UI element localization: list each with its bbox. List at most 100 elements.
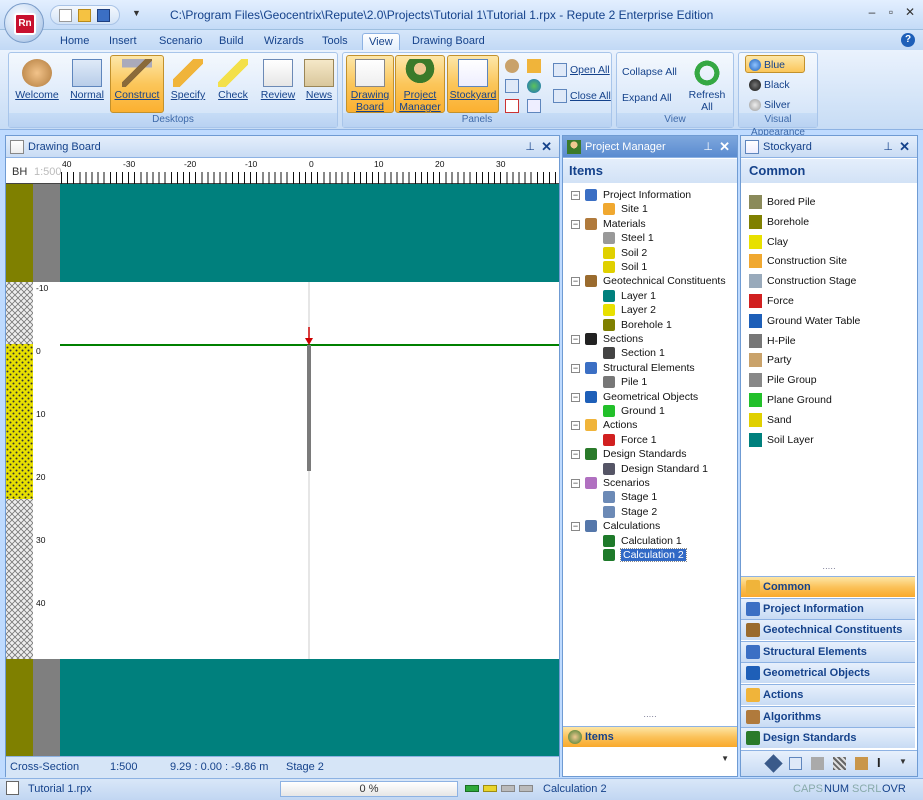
stockyard-nav-button[interactable]: Geotechnical Constituents bbox=[741, 619, 915, 641]
tab-scenario[interactable]: Scenario bbox=[153, 33, 208, 50]
tree-item[interactable]: Borehole 1 bbox=[603, 318, 672, 332]
stockyard-item[interactable]: Plane Ground bbox=[749, 392, 832, 408]
tree-item[interactable]: Sections bbox=[585, 332, 643, 346]
review-button[interactable]: Review bbox=[256, 55, 300, 113]
tree-item[interactable]: Ground 1 bbox=[603, 404, 665, 418]
stockyard-item[interactable]: Pile Group bbox=[749, 372, 817, 388]
stockyard-item[interactable]: Construction Stage bbox=[749, 273, 856, 289]
tree-item[interactable]: Scenarios bbox=[585, 476, 650, 490]
pin-icon[interactable]: ⊥ bbox=[703, 136, 713, 158]
tree-item[interactable]: Project Information bbox=[585, 188, 691, 202]
tree-item[interactable]: Design Standards bbox=[585, 447, 686, 461]
open-all-button[interactable]: Open All bbox=[553, 61, 610, 79]
tree-item[interactable]: Design Standard 1 bbox=[603, 462, 708, 476]
globe-icon[interactable] bbox=[527, 77, 545, 95]
tree-expander[interactable]: − bbox=[571, 219, 580, 229]
beam-icon[interactable] bbox=[811, 757, 824, 770]
tree-item[interactable]: Site 1 bbox=[603, 202, 648, 216]
stockyard-list[interactable]: Bored Pile Borehole Clay Construction Site C… bbox=[741, 194, 917, 564]
splitter-grip[interactable]: ····· bbox=[741, 565, 917, 573]
close-all-button[interactable]: Close All bbox=[553, 87, 611, 105]
tree-expander[interactable]: − bbox=[571, 450, 580, 460]
project-manager-toggle[interactable]: Project Manager bbox=[395, 55, 445, 113]
tree-item[interactable]: Calculation 2 bbox=[603, 548, 687, 562]
panel-menu-icon[interactable]: ▼ bbox=[721, 754, 729, 763]
tree-item[interactable]: Layer 2 bbox=[603, 303, 656, 317]
close-icon[interactable]: ✕ bbox=[541, 136, 552, 158]
collapse-all-button[interactable]: Collapse All bbox=[622, 63, 677, 81]
tree-item[interactable]: Section 1 bbox=[603, 346, 665, 360]
news-button[interactable]: News bbox=[301, 55, 337, 113]
stockyard-item[interactable]: Force bbox=[749, 293, 794, 309]
application-button[interactable]: Rn bbox=[4, 3, 44, 43]
welcome-button[interactable]: Welcome bbox=[12, 55, 62, 113]
tree-expander[interactable]: − bbox=[571, 479, 580, 488]
specify-button[interactable]: Specify bbox=[166, 55, 210, 113]
tree-item[interactable]: Soil 1 bbox=[603, 260, 647, 274]
stockyard-nav-button[interactable]: Geometrical Objects bbox=[741, 662, 915, 684]
tree-item[interactable]: Calculations bbox=[585, 519, 660, 533]
i-beam-icon[interactable]: I bbox=[877, 755, 881, 770]
project-tree[interactable]: − Project Information Site 1 − Materials Stee… bbox=[563, 184, 737, 714]
tree-expander[interactable]: − bbox=[571, 392, 580, 402]
expand-all-button[interactable]: Expand All bbox=[622, 89, 672, 107]
tree-item[interactable]: Geometrical Objects bbox=[585, 390, 698, 404]
silver-theme-option[interactable]: Silver bbox=[745, 95, 805, 113]
tree-expander[interactable]: − bbox=[571, 335, 580, 344]
new-file-icon[interactable] bbox=[59, 9, 72, 22]
stockyard-nav-button[interactable]: Structural Elements bbox=[741, 640, 915, 662]
tree-item[interactable]: Calculation 1 bbox=[603, 534, 682, 548]
eraser-icon[interactable] bbox=[764, 754, 783, 773]
drawing-board-toggle[interactable]: Drawing Board bbox=[346, 55, 394, 113]
close-window-button[interactable]: ✕ bbox=[903, 6, 917, 20]
stockyard-item[interactable]: H-Pile bbox=[749, 333, 796, 349]
cross-section-drawing[interactable]: -10 0 10 20 30 40 bbox=[6, 184, 559, 756]
box-icon[interactable] bbox=[855, 757, 868, 770]
normal-button[interactable]: Normal bbox=[64, 55, 110, 113]
tree-expander[interactable]: − bbox=[571, 191, 580, 200]
tree-item[interactable]: Geotechnical Constituents bbox=[585, 274, 726, 288]
pin-icon[interactable]: ⊥ bbox=[525, 136, 535, 158]
tree-expander[interactable]: − bbox=[571, 522, 580, 532]
pencil-icon[interactable] bbox=[527, 57, 545, 75]
pin-icon[interactable]: ⊥ bbox=[883, 136, 893, 158]
tab-view[interactable]: View bbox=[362, 33, 400, 50]
tree-item[interactable]: Layer 1 bbox=[603, 289, 656, 303]
people-icon[interactable] bbox=[505, 57, 523, 75]
save-icon[interactable] bbox=[97, 9, 110, 22]
tree-item[interactable]: Pile 1 bbox=[603, 375, 647, 389]
stockyard-item[interactable]: Soil Layer bbox=[749, 432, 814, 448]
tree-item[interactable]: Stage 1 bbox=[603, 490, 657, 504]
tree-item[interactable]: Stage 2 bbox=[603, 505, 657, 519]
tree-expander[interactable]: − bbox=[571, 421, 580, 431]
customize-toolbar-dropdown[interactable]: ▼ bbox=[132, 8, 141, 18]
tab-drawing-board[interactable]: Drawing Board bbox=[406, 33, 491, 50]
calculator-icon[interactable] bbox=[789, 757, 802, 770]
tree-expander[interactable]: − bbox=[571, 363, 580, 373]
pattern-icon[interactable] bbox=[833, 757, 846, 770]
open-folder-icon[interactable] bbox=[78, 9, 91, 22]
toolbar-dropdown-icon[interactable]: ▼ bbox=[899, 757, 907, 766]
tree-item[interactable]: Steel 1 bbox=[603, 231, 654, 245]
check-button[interactable]: Check bbox=[212, 55, 254, 113]
tab-wizards[interactable]: Wizards bbox=[258, 33, 310, 50]
stockyard-item[interactable]: Clay bbox=[749, 234, 788, 250]
tab-build[interactable]: Build bbox=[213, 33, 249, 50]
help-icon[interactable]: ? bbox=[901, 33, 915, 47]
stockyard-nav-button[interactable]: Project Information bbox=[741, 597, 915, 619]
splitter-grip[interactable]: ····· bbox=[563, 713, 737, 721]
drawing-canvas[interactable]: -10 0 10 20 30 40 bbox=[6, 184, 559, 756]
tab-home[interactable]: Home bbox=[54, 33, 95, 50]
tree-item[interactable]: Structural Elements bbox=[585, 361, 695, 375]
tab-insert[interactable]: Insert bbox=[103, 33, 143, 50]
tree-item[interactable]: Force 1 bbox=[603, 433, 657, 447]
stockyard-item[interactable]: Borehole bbox=[749, 214, 809, 230]
stockyard-nav-button[interactable]: Algorithms bbox=[741, 705, 915, 727]
refresh-all-button[interactable]: Refresh All bbox=[683, 55, 731, 113]
stockyard-toggle[interactable]: Stockyard bbox=[447, 55, 499, 113]
stockyard-item[interactable]: Party bbox=[749, 352, 792, 368]
blue-theme-option[interactable]: Blue bbox=[745, 55, 805, 73]
stockyard-nav-button[interactable]: Actions bbox=[741, 684, 915, 705]
close-icon[interactable]: ✕ bbox=[899, 136, 910, 158]
tree-item[interactable]: Actions bbox=[585, 418, 637, 432]
